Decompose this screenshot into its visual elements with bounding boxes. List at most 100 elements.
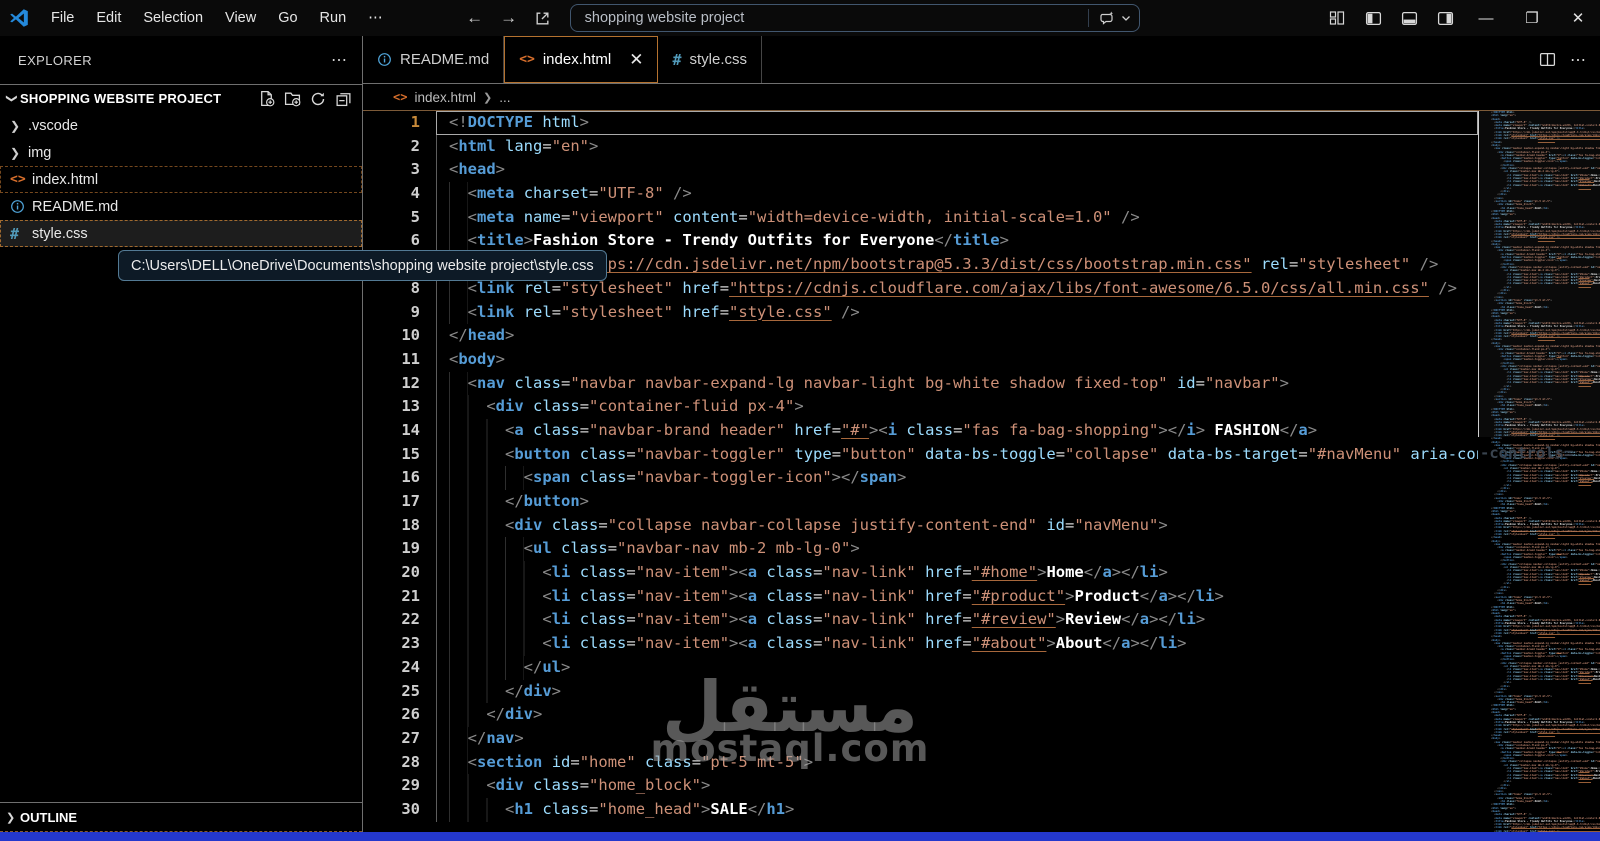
file-item-index-html[interactable]: <> index.html (0, 166, 362, 193)
breadcrumb-file[interactable]: index.html (414, 90, 476, 105)
code-line[interactable]: 4 <meta charset="UTF-8" /> (363, 182, 1478, 206)
token: < (467, 302, 478, 321)
token: "pt-5 mt-5" (701, 752, 804, 771)
file-item-style-css[interactable]: # style.css (0, 220, 362, 247)
status-bar[interactable] (0, 832, 1600, 841)
file-item-img[interactable]: ❯ img (0, 139, 362, 166)
workspace-section-header[interactable]: ❯ SHOPPING WEBSITE PROJECT (0, 84, 362, 112)
new-file-icon[interactable] (258, 90, 275, 107)
code-line[interactable]: 10 </head> (363, 324, 1478, 348)
menu-item-file[interactable]: File (40, 0, 85, 36)
customize-layout-icon[interactable] (1320, 0, 1354, 36)
code-line[interactable]: 1 <!DOCTYPE html> (363, 111, 1478, 135)
menu-item-go[interactable]: Go (267, 0, 308, 36)
menu-item-edit[interactable]: Edit (85, 0, 132, 36)
collapse-all-icon[interactable] (335, 90, 352, 107)
code-line[interactable]: 16 <span class="navbar-toggler-icon"></s… (363, 466, 1478, 490)
token: class (645, 752, 692, 771)
token: i (887, 420, 898, 439)
token: > (579, 113, 590, 131)
token: = (579, 776, 590, 795)
code-line[interactable]: 17 </button> (363, 490, 1478, 514)
menu-item-[interactable]: ⋯ (357, 0, 394, 36)
code-line[interactable]: 20 <li class="nav-item"><a class="nav-li… (363, 561, 1478, 585)
tab-index-html[interactable]: <> index.html ✕ (504, 36, 659, 83)
code-line[interactable]: 11 <body> (363, 347, 1478, 372)
code-line[interactable]: 25 </div> (363, 679, 1478, 704)
refresh-icon[interactable] (310, 91, 326, 107)
token: = (831, 444, 842, 463)
forward-icon[interactable]: → (494, 8, 524, 28)
tab-style-css[interactable]: # style.css (658, 36, 763, 83)
info-file-icon (377, 52, 392, 67)
open-external-icon[interactable] (528, 10, 558, 27)
editor-content[interactable]: 1 <!DOCTYPE html> 2 <html lang="en"> 3 <head>… (363, 110, 1600, 832)
close-icon[interactable]: ✕ (629, 50, 643, 70)
command-center-search[interactable] (569, 4, 1140, 32)
code-line[interactable]: 9 <link rel="stylesheet" href="style.css… (363, 300, 1478, 325)
token: </ (486, 705, 505, 724)
breadcrumb-more[interactable]: ... (499, 90, 510, 105)
restore-button[interactable]: ❐ (1510, 0, 1554, 36)
outline-section[interactable]: ❯ OUTLINE (0, 802, 362, 832)
explorer-more-actions-icon[interactable]: ⋯ (331, 50, 348, 70)
token: "#about" (971, 634, 1047, 653)
new-folder-icon[interactable] (284, 90, 301, 107)
code-line[interactable]: 3 <head> (363, 158, 1478, 183)
code-line[interactable]: 27 </nav> (363, 726, 1478, 751)
code-line[interactable]: 26 </div> (363, 703, 1478, 727)
tab-readme-md[interactable]: README.md (363, 36, 505, 83)
breadcrumb[interactable]: <> index.html ❯ ... (363, 84, 1600, 110)
back-icon[interactable]: ← (460, 8, 490, 28)
minimap-slider[interactable] (1478, 111, 1600, 437)
line-number: 5 (410, 207, 420, 226)
editor-more-actions-icon[interactable]: ⋯ (1570, 50, 1586, 70)
close-button[interactable]: ✕ (1556, 0, 1600, 36)
token: class (579, 468, 627, 487)
chevron-down-icon[interactable] (1121, 13, 1131, 23)
code-line[interactable]: 13 <div class="container-fluid px-4"> (363, 395, 1478, 419)
code-line[interactable]: 30 <h1 class="home_head">SALE</h1> (363, 797, 1478, 822)
menu-item-run[interactable]: Run (309, 0, 358, 36)
token: <! (449, 113, 468, 131)
token: = (542, 136, 552, 155)
code-line[interactable]: 21 <li class="nav-item"><a class="nav-li… (363, 584, 1478, 609)
token: class (514, 373, 562, 392)
file-item-readme-md[interactable]: README.md (0, 193, 362, 220)
code-line[interactable]: 28 <section id="home" class="pt-5 mt-5"> (363, 750, 1478, 775)
code-line[interactable]: 22 <li class="nav-item"><a class="nav-li… (363, 608, 1478, 633)
chevron-right-icon: ❯ (10, 145, 21, 160)
token: < (738, 563, 748, 582)
code-line[interactable]: 19 <ul class="navbar-nav mb-2 mb-lg-0"> (363, 537, 1478, 562)
code-line[interactable]: 14 <a class="navbar-brand header" href="… (363, 418, 1478, 443)
code-line[interactable]: 24 </ul> (363, 655, 1478, 680)
file-item-vscode[interactable]: ❯ .vscode (0, 112, 362, 139)
split-editor-icon[interactable] (1539, 51, 1556, 68)
code-line[interactable]: 2 <html lang="en"> (363, 134, 1478, 159)
code-line[interactable]: 18 <div class="collapse navbar-collapse … (363, 513, 1478, 538)
code-line-text: <li class="nav-item"><a class="nav-link"… (436, 561, 1478, 585)
code-area[interactable]: 1 <!DOCTYPE html> 2 <html lang="en"> 3 <head>… (363, 111, 1478, 832)
token: < (738, 586, 748, 605)
code-line[interactable]: 12 <nav class="navbar navbar-expand-lg n… (363, 371, 1478, 396)
menu-item-selection[interactable]: Selection (132, 0, 214, 36)
code-line[interactable]: 15 <button class="navbar-toggler" type="… (363, 442, 1478, 467)
copilot-icon[interactable] (1099, 10, 1115, 26)
line-number: 14 (401, 420, 420, 439)
menu-item-view[interactable]: View (214, 0, 267, 36)
token: /> (1121, 207, 1140, 226)
search-input[interactable] (570, 10, 1088, 26)
line-number: 18 (401, 515, 420, 534)
minimap[interactable]: <!DOCTYPE html> <html lang="en"> <head> <m… (1478, 111, 1600, 832)
toggle-secondary-sidebar-icon[interactable] (1428, 0, 1462, 36)
toggle-primary-sidebar-icon[interactable] (1356, 0, 1390, 36)
token: = (598, 515, 608, 534)
code-line[interactable]: 23 <li class="nav-item"><a class="nav-li… (363, 632, 1478, 656)
indent-guides (449, 608, 543, 633)
code-line[interactable]: 5 <meta name="viewport" content="width=d… (363, 205, 1478, 230)
toggle-panel-icon[interactable] (1392, 0, 1426, 36)
code-line[interactable]: 29 <div class="home_block"> (363, 774, 1478, 798)
minimize-button[interactable]: — (1464, 0, 1508, 36)
